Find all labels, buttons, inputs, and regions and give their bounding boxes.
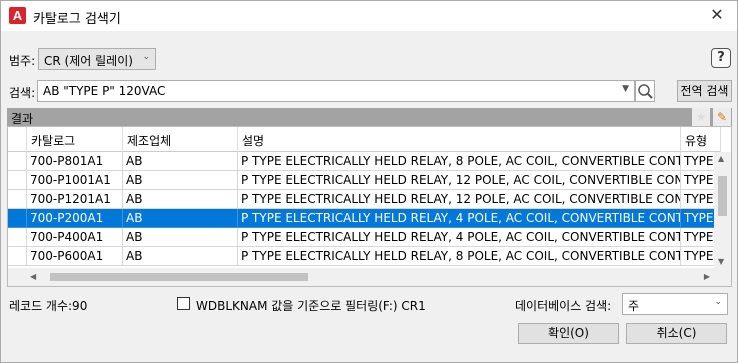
table-row[interactable]: 700-P801A1 AB P TYPE ELECTRICALLY HELD REL…: [8, 152, 721, 171]
table-row[interactable]: 700-P1001A1 AB P TYPE ELECTRICALLY HELD RE…: [8, 171, 721, 190]
cell-manufacturer: AB: [123, 247, 238, 266]
catalog-browser-dialog: A 카탈로그 검색기 ✕ 범주: CR (제어 릴레이) ⌄ ? 검색: AB …: [0, 0, 738, 363]
search-button[interactable]: [635, 80, 655, 102]
cell-description: P TYPE ELECTRICALLY HELD RELAY, 8 POLE, …: [238, 152, 681, 171]
db-search-label: 데이터베이스 검색:: [515, 299, 612, 313]
row-header[interactable]: [8, 247, 27, 266]
scroll-down-icon[interactable]: ▼: [718, 257, 724, 266]
horizontal-scrollbar[interactable]: ◀ ▶: [8, 268, 714, 286]
filter-label: WDBLKNAM 값을 기준으로 필터링(F:) CR1: [196, 299, 426, 313]
cell-catalog: 700-P801A1: [27, 152, 123, 171]
cell-description: P TYPE ELECTRICALLY HELD RELAY, 4 POLE, …: [238, 209, 681, 228]
column-header-description[interactable]: 설명: [238, 127, 681, 152]
edit-pencil-icon[interactable]: ✎: [713, 108, 731, 126]
row-header[interactable]: [8, 209, 27, 228]
horizontal-scroll-thumb[interactable]: [50, 273, 308, 281]
results-title: 결과: [11, 112, 34, 126]
cell-description: P TYPE ELECTRICALLY HELD RELAY, 12 POLE,…: [238, 171, 681, 190]
vertical-scroll-thumb[interactable]: [718, 176, 727, 216]
cell-catalog: 700-P200A1: [27, 209, 123, 228]
search-value: AB "TYPE P" 120VAC: [43, 84, 166, 98]
cell-description: P TYPE ELECTRICALLY HELD RELAY, 8 POLE, …: [238, 247, 681, 266]
scroll-right-icon[interactable]: ▶: [704, 272, 710, 281]
title-bar: A 카탈로그 검색기 ✕: [1, 1, 737, 31]
row-header-corner: [8, 127, 27, 152]
vertical-scrollbar[interactable]: ▲ ▼: [714, 152, 731, 268]
cell-manufacturer: AB: [123, 152, 238, 171]
category-dropdown[interactable]: CR (제어 릴레이) ⌄: [38, 48, 156, 70]
global-search-button[interactable]: 전역 검색: [677, 80, 732, 102]
favorite-star-icon[interactable]: ★: [692, 108, 710, 126]
help-button[interactable]: ?: [711, 48, 731, 68]
dropdown-arrow-icon[interactable]: ▼: [622, 84, 629, 94]
table-row[interactable]: 700-P600A1 AB P TYPE ELECTRICALLY HELD REL…: [8, 247, 721, 266]
row-header[interactable]: [8, 171, 27, 190]
db-search-value: 주: [628, 299, 640, 313]
cell-manufacturer: AB: [123, 190, 238, 209]
row-header[interactable]: [8, 228, 27, 247]
record-count: 레코드 개수:90: [9, 299, 88, 313]
cell-manufacturer: AB: [123, 228, 238, 247]
column-header-manufacturer[interactable]: 제조업체: [123, 127, 238, 152]
results-header: 결과 ★ ✎: [7, 108, 732, 126]
row-header[interactable]: [8, 152, 27, 171]
results-table: 카탈로그 제조업체 설명 유형 700-P801A1 AB P TYPE ELECT…: [7, 126, 732, 287]
close-button[interactable]: ✕: [707, 5, 727, 25]
column-header-catalog[interactable]: 카탈로그: [27, 127, 123, 152]
category-value: CR (제어 릴레이): [44, 54, 133, 68]
cell-manufacturer: AB: [123, 209, 238, 228]
table-row[interactable]: 700-P200A1 AB P TYPE ELECTRICALLY HELD REL…: [8, 209, 721, 228]
cell-description: P TYPE ELECTRICALLY HELD RELAY, 12 POLE,…: [238, 190, 681, 209]
filter-checkbox[interactable]: [177, 297, 190, 310]
table-row[interactable]: 700-P1201A1 AB P TYPE ELECTRICALLY HELD RE…: [8, 190, 721, 209]
scrollbar-corner: [714, 268, 731, 286]
table-row[interactable]: 700-P400A1 AB P TYPE ELECTRICALLY HELD REL…: [8, 228, 721, 247]
dialog-title: 카탈로그 검색기: [33, 12, 121, 27]
ok-button[interactable]: 확인(O): [518, 323, 619, 344]
row-header[interactable]: [8, 190, 27, 209]
search-input[interactable]: AB "TYPE P" 120VAC ▼: [37, 80, 635, 102]
chevron-down-icon: ⌄: [714, 297, 722, 307]
db-search-dropdown[interactable]: 주 ⌄: [622, 293, 728, 315]
category-label: 범주:: [9, 54, 36, 68]
cell-catalog: 700-P600A1: [27, 247, 123, 266]
cancel-button[interactable]: 취소(C): [626, 323, 727, 344]
cell-catalog: 700-P1001A1: [27, 171, 123, 190]
cell-manufacturer: AB: [123, 171, 238, 190]
cell-description: P TYPE ELECTRICALLY HELD RELAY, 4 POLE, …: [238, 228, 681, 247]
scroll-left-icon[interactable]: ◀: [30, 272, 36, 281]
column-header-type[interactable]: 유형: [681, 127, 721, 152]
magnifier-icon: [638, 84, 653, 99]
search-label: 검색:: [9, 86, 36, 100]
autocad-logo-icon: A: [9, 7, 26, 24]
scroll-up-icon[interactable]: ▲: [718, 154, 724, 163]
cell-catalog: 700-P1201A1: [27, 190, 123, 209]
cell-catalog: 700-P400A1: [27, 228, 123, 247]
chevron-down-icon: ⌄: [142, 52, 150, 62]
